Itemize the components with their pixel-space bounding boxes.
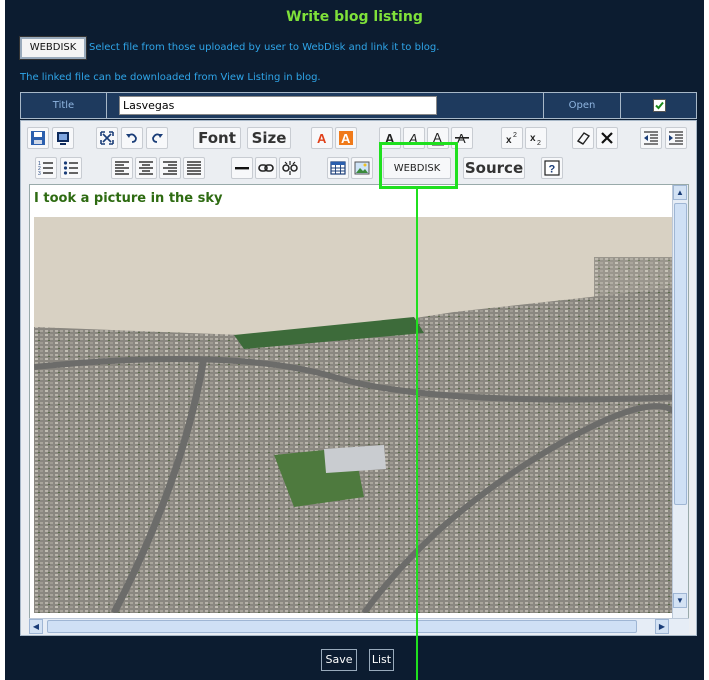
vertical-scrollbar[interactable]: ▲ ▼ [672, 185, 688, 623]
redo-icon[interactable] [146, 127, 168, 149]
title-row: Title Lasvegas Open [20, 92, 697, 119]
superscript-icon[interactable]: x2 [501, 127, 523, 149]
text-color-icon[interactable]: A [311, 127, 333, 149]
webdisk-toolbar-button[interactable]: WEBDISK [383, 157, 451, 179]
open-label: Open [543, 93, 621, 118]
webdisk-description: Select file from those uploaded by user … [89, 42, 440, 53]
align-center-icon[interactable] [135, 157, 157, 179]
unlink-icon[interactable] [279, 157, 301, 179]
svg-text:A: A [385, 131, 395, 146]
svg-text:A: A [433, 130, 442, 145]
svg-text:2: 2 [537, 140, 541, 146]
title-input[interactable]: Lasvegas [119, 96, 437, 115]
svg-text:A: A [317, 131, 327, 146]
scroll-down-icon[interactable]: ▼ [673, 593, 687, 608]
horizontal-scrollbar[interactable]: ◀ ▶ [29, 618, 689, 634]
maximize-icon[interactable] [96, 127, 118, 149]
bg-color-icon[interactable]: A [335, 127, 357, 149]
svg-text:x: x [506, 135, 512, 146]
horizontal-rule-icon[interactable] [231, 157, 253, 179]
font-button[interactable]: Font [193, 127, 241, 149]
open-checkbox[interactable] [653, 99, 666, 112]
image-icon[interactable] [351, 157, 373, 179]
justify-icon[interactable] [183, 157, 205, 179]
svg-text:?: ? [549, 164, 556, 176]
bold-icon[interactable]: A [379, 127, 401, 149]
svg-text:3: 3 [38, 171, 41, 176]
list-button[interactable]: List [369, 649, 394, 671]
preview-icon[interactable] [52, 127, 74, 149]
vertical-scroll-thumb[interactable] [674, 203, 687, 505]
save-doc-icon[interactable] [27, 127, 49, 149]
editor-text: I took a picture in the sky [34, 191, 223, 206]
align-right-icon[interactable] [159, 157, 181, 179]
italic-icon[interactable]: A [403, 127, 425, 149]
table-icon[interactable] [327, 157, 349, 179]
title-label: Title [21, 93, 107, 118]
indent-icon[interactable] [665, 127, 687, 149]
underline-icon[interactable]: A [427, 127, 449, 149]
help-icon[interactable]: ? [541, 157, 563, 179]
save-button[interactable]: Save [321, 649, 357, 671]
bulleted-list-icon[interactable] [60, 157, 82, 179]
svg-text:2: 2 [513, 132, 517, 139]
scroll-right-icon[interactable]: ▶ [655, 619, 669, 634]
subscript-icon[interactable]: x2 [525, 127, 547, 149]
scroll-left-icon[interactable]: ◀ [29, 619, 43, 634]
rich-text-editor: Font Size A A A A A A x2 x2 [20, 120, 697, 636]
size-button[interactable]: Size [247, 127, 291, 149]
scroll-up-icon[interactable]: ▲ [673, 185, 687, 200]
page-title: Write blog listing [286, 9, 423, 25]
strikethrough-icon[interactable]: A [451, 127, 473, 149]
svg-text:A: A [341, 131, 351, 146]
svg-text:A: A [408, 131, 418, 146]
source-button[interactable]: Source [463, 157, 525, 179]
webdisk-button[interactable]: WEBDISK [19, 36, 87, 60]
blog-write-panel: Write blog listing WEBDISK Select file f… [5, 0, 704, 680]
remove-format-icon[interactable] [596, 127, 618, 149]
undo-icon[interactable] [121, 127, 143, 149]
outdent-icon[interactable] [640, 127, 662, 149]
horizontal-scroll-thumb[interactable] [47, 620, 637, 633]
numbered-list-icon[interactable]: 123 [35, 157, 57, 179]
align-left-icon[interactable] [111, 157, 133, 179]
svg-text:x: x [530, 133, 536, 144]
aerial-photo-image [34, 217, 682, 613]
linked-file-description: The linked file can be downloaded from V… [20, 72, 321, 83]
link-icon[interactable] [255, 157, 277, 179]
editor-content[interactable]: I took a picture in the sky ▲ ▼ [29, 184, 689, 624]
eraser-icon[interactable] [572, 127, 594, 149]
